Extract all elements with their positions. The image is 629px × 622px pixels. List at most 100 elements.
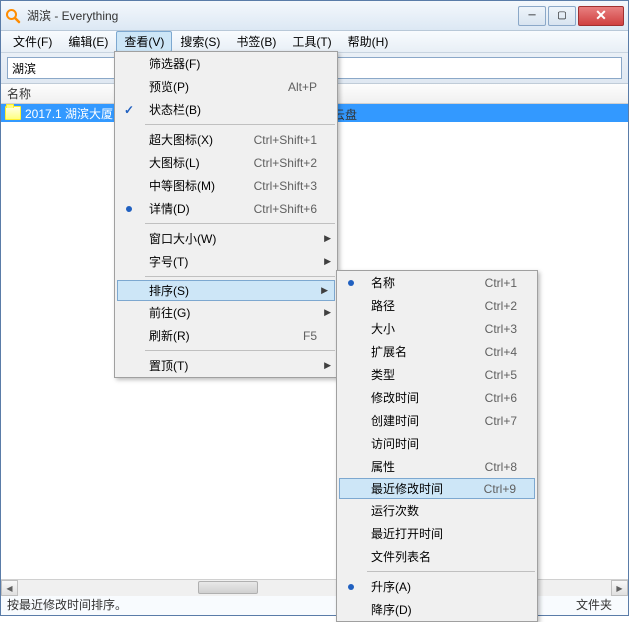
- menu-separator: [145, 276, 335, 277]
- menu-item[interactable]: 查看(V): [116, 31, 172, 52]
- menu-check-gutter: [115, 128, 143, 151]
- menu-entry[interactable]: ✓ 状态栏(B): [115, 98, 337, 121]
- menu-shortcut: Ctrl+6: [461, 391, 517, 405]
- scroll-thumb[interactable]: [198, 581, 258, 594]
- menu-label: 属性: [365, 458, 461, 475]
- menu-check-gutter: [337, 455, 365, 478]
- titlebar[interactable]: 湖滨 - Everything ─ ▢ ✕: [1, 1, 628, 31]
- menu-entry[interactable]: 最近打开时间: [337, 522, 537, 545]
- window-title: 湖滨 - Everything: [27, 7, 518, 24]
- menu-entry[interactable]: 大小Ctrl+3: [337, 317, 537, 340]
- menu-entry[interactable]: 窗口大小(W) ▶: [115, 227, 337, 250]
- menu-label: 排序(S): [143, 282, 316, 299]
- menu-check-gutter: [337, 499, 365, 522]
- menu-label: 降序(D): [365, 601, 517, 618]
- menu-label: 升序(A): [365, 578, 517, 595]
- menu-check-gutter: [115, 250, 143, 273]
- minimize-button[interactable]: ─: [518, 6, 546, 26]
- menu-entry[interactable]: 字号(T)▶: [115, 250, 337, 273]
- close-button[interactable]: ✕: [578, 6, 624, 26]
- menu-check-gutter: [337, 598, 365, 621]
- menu-shortcut: Ctrl+Shift+3: [230, 179, 317, 193]
- menu-label: 刷新(R): [143, 327, 279, 344]
- menu-check-gutter: [337, 575, 365, 598]
- menu-label: 状态栏(B): [143, 101, 317, 118]
- menu-label: 超大图标(X): [143, 131, 230, 148]
- menu-label: 大小: [365, 320, 461, 337]
- radio-dot-icon: [348, 280, 354, 286]
- menu-item[interactable]: 搜索(S): [172, 31, 228, 52]
- menu-entry[interactable]: 类型Ctrl+5: [337, 363, 537, 386]
- menu-entry[interactable]: 前往(G)▶: [115, 301, 337, 324]
- checkmark-icon: ✓: [124, 103, 134, 117]
- menu-shortcut: Ctrl+7: [461, 414, 517, 428]
- menu-label: 前往(G): [143, 304, 317, 321]
- menu-check-gutter: [115, 301, 143, 324]
- menu-entry[interactable]: 置顶(T)▶: [115, 354, 337, 377]
- sort-submenu-dropdown: 名称Ctrl+1路径Ctrl+2大小Ctrl+3扩展名Ctrl+4类型Ctrl+…: [336, 270, 538, 622]
- menu-label: 运行次数: [365, 502, 517, 519]
- menu-check-gutter: [115, 52, 143, 75]
- menu-entry[interactable]: 降序(D): [337, 598, 537, 621]
- menu-shortcut: Ctrl+9: [460, 482, 516, 496]
- menu-entry[interactable]: 大图标(L)Ctrl+Shift+2: [115, 151, 337, 174]
- submenu-arrow-icon: ▶: [324, 233, 331, 244]
- menu-item[interactable]: 帮助(H): [340, 31, 397, 52]
- menu-shortcut: F5: [279, 329, 317, 343]
- menu-entry[interactable]: 中等图标(M)Ctrl+Shift+3: [115, 174, 337, 197]
- status-text: 按最近修改时间排序。: [7, 596, 127, 613]
- menu-entry[interactable]: 升序(A): [337, 575, 537, 598]
- menu-item[interactable]: 文件(F): [5, 31, 60, 52]
- menubar: 文件(F)编辑(E)查看(V)搜索(S)书签(B)工具(T)帮助(H): [1, 31, 628, 53]
- menu-check-gutter: [337, 363, 365, 386]
- menu-entry[interactable]: 筛选器(F): [115, 52, 337, 75]
- maximize-button[interactable]: ▢: [548, 6, 576, 26]
- menu-entry[interactable]: 最近修改时间Ctrl+9: [339, 478, 535, 499]
- file-name: 2017.1 湖滨大厦: [25, 105, 113, 122]
- menu-item[interactable]: 编辑(E): [60, 31, 116, 52]
- menu-shortcut: Ctrl+Shift+1: [230, 133, 317, 147]
- menu-check-gutter: [115, 324, 143, 347]
- menu-label: 窗口大小(W): [143, 230, 317, 247]
- menu-shortcut: Ctrl+3: [461, 322, 517, 336]
- menu-item[interactable]: 工具(T): [284, 31, 339, 52]
- menu-separator: [145, 124, 335, 125]
- menu-entry[interactable]: 路径Ctrl+2: [337, 294, 537, 317]
- menu-entry[interactable]: 属性Ctrl+8: [337, 455, 537, 478]
- menu-check-gutter: [337, 317, 365, 340]
- menu-check-gutter: ✓: [115, 98, 143, 121]
- menu-separator: [145, 350, 335, 351]
- menu-shortcut: Ctrl+4: [461, 345, 517, 359]
- menu-label: 修改时间: [365, 389, 461, 406]
- menu-entry[interactable]: 预览(P)Alt+P: [115, 75, 337, 98]
- menu-entry[interactable]: 超大图标(X)Ctrl+Shift+1: [115, 128, 337, 151]
- menu-entry[interactable]: 文件列表名: [337, 545, 537, 568]
- menu-entry[interactable]: 修改时间Ctrl+6: [337, 386, 537, 409]
- menu-entry[interactable]: 名称Ctrl+1: [337, 271, 537, 294]
- menu-shortcut: Ctrl+5: [461, 368, 517, 382]
- menu-separator: [367, 571, 535, 572]
- menu-label: 扩展名: [365, 343, 461, 360]
- menu-entry[interactable]: 排序(S)▶: [117, 280, 335, 301]
- menu-check-gutter: [115, 227, 143, 250]
- menu-entry[interactable]: 创建时间Ctrl+7: [337, 409, 537, 432]
- menu-shortcut: Ctrl+Shift+6: [230, 202, 317, 216]
- scroll-left-button[interactable]: ◀: [1, 580, 18, 596]
- menu-check-gutter: [337, 294, 365, 317]
- menu-check-gutter: [337, 432, 365, 455]
- status-right: 文件夹: [576, 596, 622, 613]
- menu-entry[interactable]: 运行次数: [337, 499, 537, 522]
- menu-check-gutter: [337, 545, 365, 568]
- menu-shortcut: Ctrl+8: [461, 460, 517, 474]
- scroll-right-button[interactable]: ▶: [611, 580, 628, 596]
- menu-entry[interactable]: 详情(D)Ctrl+Shift+6: [115, 197, 337, 220]
- menu-label: 文件列表名: [365, 548, 517, 565]
- menu-check-gutter: [337, 386, 365, 409]
- menu-entry[interactable]: 扩展名Ctrl+4: [337, 340, 537, 363]
- menu-item[interactable]: 书签(B): [228, 31, 284, 52]
- menu-entry[interactable]: 访问时间: [337, 432, 537, 455]
- menu-label: 中等图标(M): [143, 177, 230, 194]
- menu-entry[interactable]: 刷新(R)F5: [115, 324, 337, 347]
- menu-check-gutter: [115, 174, 143, 197]
- menu-check-gutter: [337, 522, 365, 545]
